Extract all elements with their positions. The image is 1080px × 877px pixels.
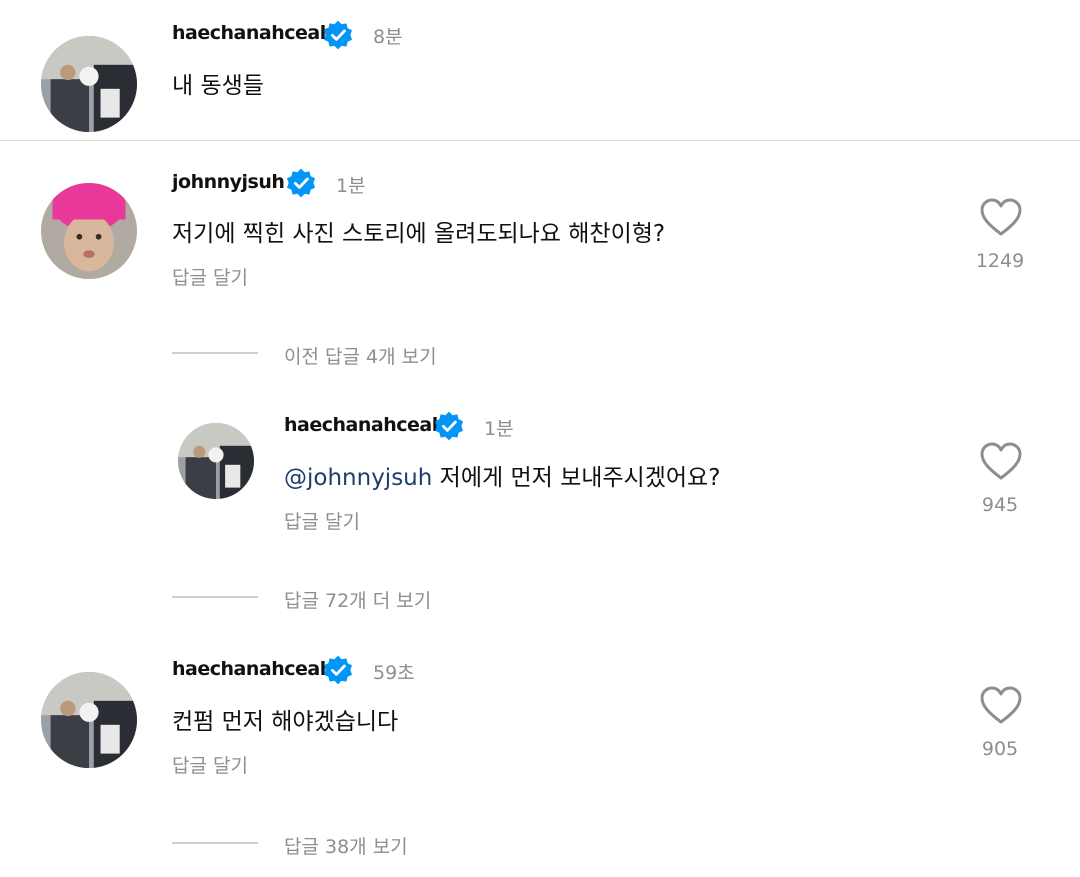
- username[interactable]: haechanahceah: [172, 658, 333, 680]
- verified-badge-icon: [285, 167, 317, 199]
- comment-body: 저에게 먼저 보내주시겠어요?: [432, 465, 721, 491]
- timestamp: 1분: [484, 418, 514, 440]
- username[interactable]: haechanahceah: [172, 22, 333, 44]
- thread-line: [172, 842, 258, 844]
- avatar[interactable]: [178, 423, 254, 499]
- verified-badge-icon: [322, 19, 354, 51]
- like-count: 905: [981, 738, 1019, 760]
- heart-icon[interactable]: [979, 197, 1023, 237]
- avatar[interactable]: [41, 672, 137, 768]
- timestamp: 59초: [373, 662, 415, 684]
- avatar[interactable]: [41, 183, 137, 279]
- comment-text: 컨펌 먼저 해야겠습니다: [172, 709, 399, 735]
- reply-button[interactable]: 답글 달기: [172, 263, 248, 290]
- view-replies-button[interactable]: 답글 38개 보기: [284, 832, 408, 859]
- timestamp: 1분: [336, 175, 366, 197]
- view-more-replies-button[interactable]: 답글 72개 더 보기: [284, 586, 431, 613]
- username[interactable]: haechanahceah: [284, 414, 445, 436]
- heart-icon[interactable]: [979, 685, 1023, 725]
- verified-badge-icon: [433, 410, 465, 442]
- timestamp: 8분: [373, 26, 403, 48]
- thread-line: [172, 352, 258, 354]
- mention-link[interactable]: @johnnyjsuh: [284, 465, 432, 491]
- reply-button[interactable]: 답글 달기: [284, 507, 360, 534]
- caption-text: 내 동생들: [172, 73, 264, 99]
- username[interactable]: johnnyjsuh: [172, 171, 285, 193]
- verified-badge-icon: [322, 654, 354, 686]
- view-previous-replies-button[interactable]: 이전 답글 4개 보기: [284, 342, 437, 369]
- avatar[interactable]: [41, 36, 137, 132]
- divider: [0, 140, 1080, 141]
- like-count: 945: [981, 494, 1019, 516]
- reply-button[interactable]: 답글 달기: [172, 751, 248, 778]
- comment-text: 저기에 찍힌 사진 스토리에 올려도되나요 해찬이형?: [172, 221, 666, 247]
- like-count: 1249: [975, 250, 1025, 272]
- comment-text: @johnnyjsuh 저에게 먼저 보내주시겠어요?: [284, 458, 720, 492]
- thread-line: [172, 596, 258, 598]
- heart-icon[interactable]: [979, 441, 1023, 481]
